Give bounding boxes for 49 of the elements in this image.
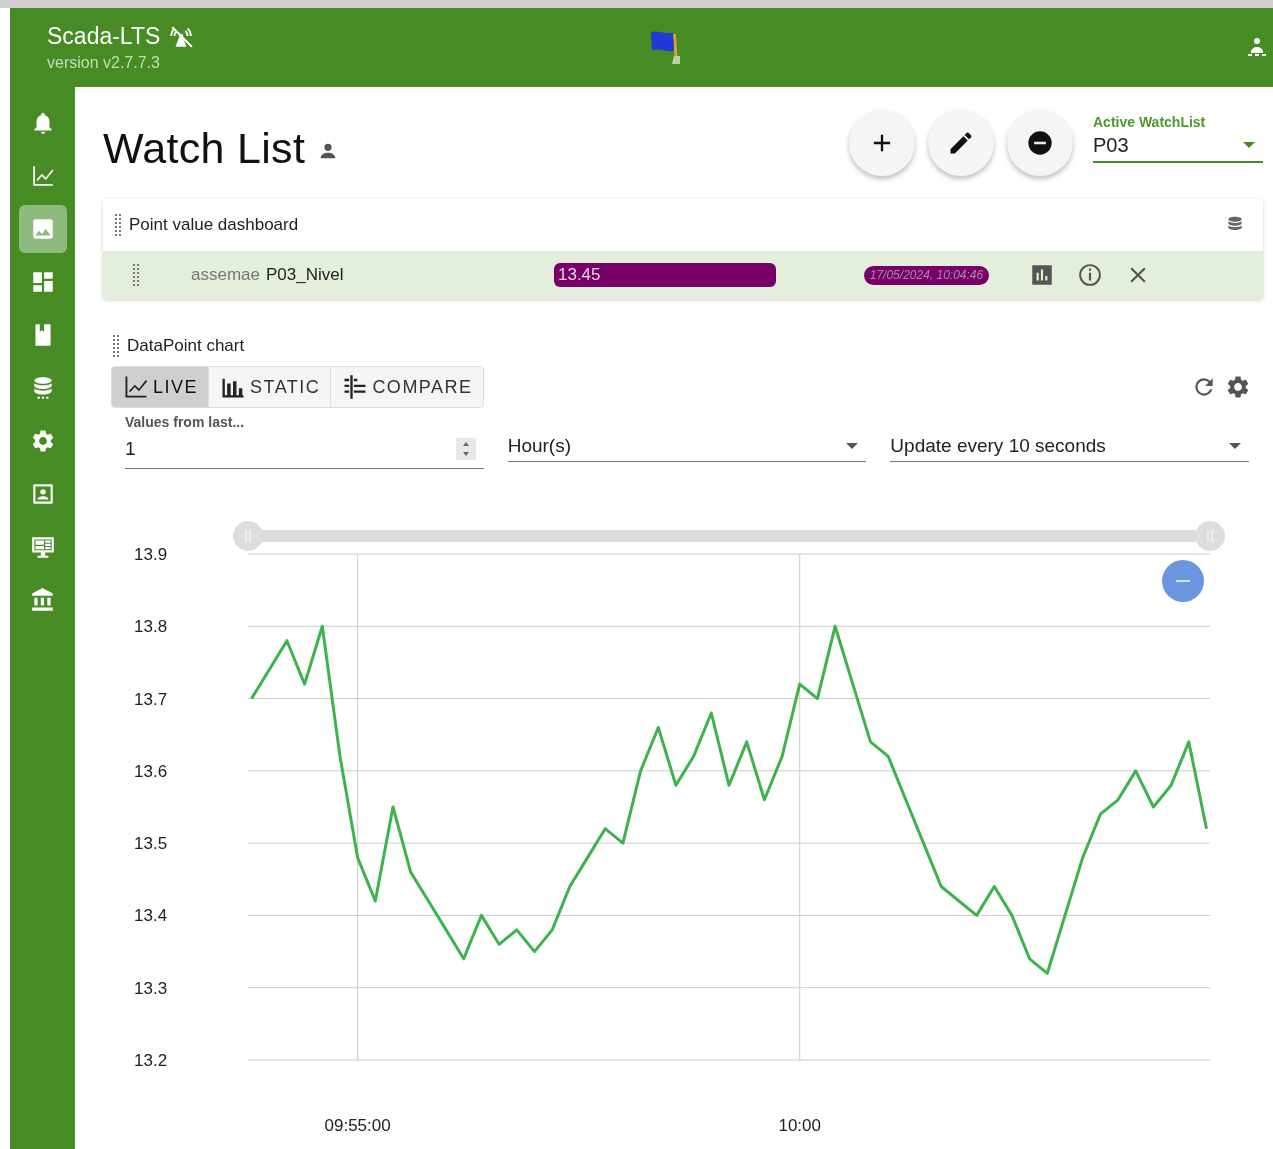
app-title: Scada-LTS bbox=[47, 23, 161, 50]
monitor-icon bbox=[29, 534, 56, 560]
user-icon[interactable] bbox=[1245, 35, 1269, 59]
unit-select[interactable]: Hour(s) bbox=[507, 432, 867, 462]
axis-label: 13.2 bbox=[134, 1051, 168, 1070]
bank-icon bbox=[29, 587, 56, 613]
spinner-icon[interactable] bbox=[455, 438, 476, 460]
drag-handle-icon bbox=[113, 214, 121, 236]
panel-title: DataPoint chart bbox=[127, 335, 245, 356]
field-label: Active WatchList bbox=[1093, 113, 1207, 130]
period-input[interactable]: 1 bbox=[125, 432, 484, 469]
range-slider[interactable] bbox=[233, 521, 1225, 551]
drag-handle-icon bbox=[111, 334, 119, 357]
bar-chart-icon bbox=[1029, 262, 1055, 288]
axis-label: 13.6 bbox=[134, 761, 168, 781]
axis-label: 10:00 bbox=[778, 1116, 821, 1135]
page-title: Watch List bbox=[103, 123, 306, 173]
axis-label: 13.3 bbox=[134, 978, 168, 998]
axis-label: 13.4 bbox=[134, 906, 168, 926]
chart-button[interactable] bbox=[1029, 262, 1055, 288]
axis-label: 13.7 bbox=[134, 689, 168, 709]
edit-button[interactable] bbox=[928, 110, 994, 176]
chart-settings-button[interactable] bbox=[1225, 374, 1251, 400]
info-icon bbox=[1077, 262, 1103, 288]
dropdown-arrow-icon bbox=[846, 442, 859, 449]
field-label: Values from last... bbox=[125, 414, 246, 432]
watchlist-select[interactable]: P03 bbox=[1093, 133, 1263, 163]
value-badge: 13.45 bbox=[554, 263, 776, 287]
mode-tab[interactable]: LIVE bbox=[112, 367, 210, 407]
axis-label: 09:55:00 bbox=[324, 1116, 391, 1135]
point-name: P03_Nivel bbox=[266, 265, 345, 285]
version-label: version v2.7.7.3 bbox=[47, 54, 161, 72]
sidebar-button[interactable] bbox=[18, 205, 67, 253]
delete-button[interactable] bbox=[1007, 110, 1073, 176]
zoom-out-button[interactable] bbox=[1162, 560, 1204, 602]
source-label: assemae bbox=[191, 265, 260, 285]
info-button[interactable] bbox=[1077, 262, 1103, 288]
axis-label: 13.5 bbox=[134, 834, 168, 854]
refresh-select[interactable]: Update every 10 seconds bbox=[890, 432, 1249, 462]
flag-icon[interactable] bbox=[648, 28, 682, 66]
axis-label: 13.9 bbox=[134, 545, 168, 564]
timestamp-badge: 17/05/2024, 10:04:46 bbox=[864, 265, 989, 285]
settings-icon bbox=[1225, 374, 1251, 400]
signal-off-icon bbox=[168, 24, 195, 49]
dropdown-arrow-icon bbox=[1243, 142, 1255, 148]
drag-handle-icon[interactable] bbox=[131, 264, 139, 286]
panel-title: Point value dashboard bbox=[129, 215, 300, 235]
dropdown-arrow-icon bbox=[1229, 442, 1241, 449]
axis-label: 13.8 bbox=[134, 617, 168, 637]
